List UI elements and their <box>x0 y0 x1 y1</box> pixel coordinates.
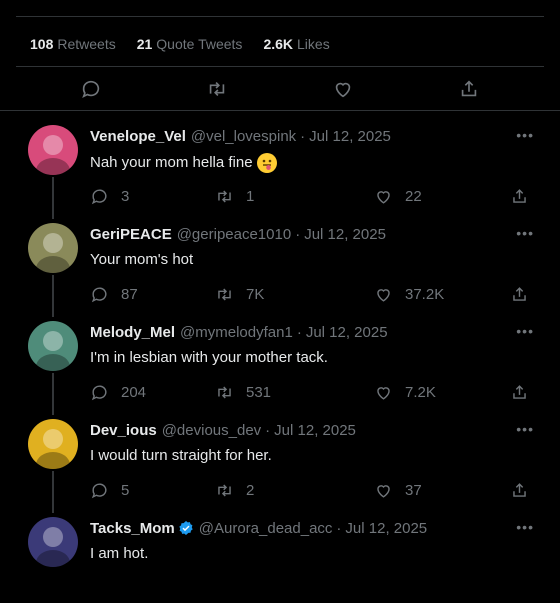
retweet-button[interactable]: 7K <box>215 284 264 304</box>
reply-actions: 204 531 7.2K <box>90 382 530 402</box>
separator-dot: · <box>300 127 306 145</box>
separator-dot: · <box>265 421 271 439</box>
reply-icon <box>90 285 121 304</box>
actions-divider <box>0 110 560 111</box>
display-name[interactable]: GeriPEACE <box>90 226 172 243</box>
user-handle[interactable]: @devious_dev <box>162 422 261 439</box>
like-icon <box>374 285 405 304</box>
timestamp[interactable]: Jul 12, 2025 <box>345 520 427 537</box>
share-icon <box>510 187 541 206</box>
timestamp[interactable]: Jul 12, 2025 <box>306 324 388 341</box>
reply-icon <box>90 187 121 206</box>
top-divider <box>16 16 544 17</box>
reply-item[interactable]: Melody_Mel @mymelodyfan1 · Jul 12, 2025 ••• I… <box>0 309 560 415</box>
share-icon[interactable] <box>458 78 480 100</box>
share-icon <box>510 383 541 402</box>
reply-actions: 3 1 22 <box>90 186 530 206</box>
more-options-icon[interactable]: ••• <box>516 127 534 143</box>
separator-dot: · <box>296 323 302 341</box>
like-icon <box>374 187 405 206</box>
like-icon <box>374 383 405 402</box>
share-button[interactable] <box>510 284 541 304</box>
reply-item[interactable]: GeriPEACE @geripeace1010 · Jul 12, 2025 ••• Y… <box>0 211 560 317</box>
avatar[interactable] <box>28 419 78 469</box>
tongue-out-emoji-icon <box>256 153 277 173</box>
display-name[interactable]: Melody_Mel <box>90 324 175 341</box>
more-options-icon[interactable]: ••• <box>516 519 534 535</box>
more-options-icon[interactable]: ••• <box>516 323 534 339</box>
retweets-stat[interactable]: 108 Retweets <box>30 36 116 52</box>
reply-item[interactable]: Venelope_Vel @vel_lovespink · Jul 12, 2025 •… <box>0 113 560 219</box>
timestamp[interactable]: Jul 12, 2025 <box>309 128 391 145</box>
like-button[interactable]: 22 <box>374 186 422 206</box>
display-name[interactable]: Tacks_Mom <box>90 520 175 537</box>
reply-header: Venelope_Vel @vel_lovespink · Jul 12, 2025 <box>90 126 391 146</box>
quote-tweets-stat[interactable]: 21 Quote Tweets <box>137 36 243 52</box>
reply-item[interactable]: Dev_ious @devious_dev · Jul 12, 2025 ••• I wo… <box>0 407 560 513</box>
reply-header: Dev_ious @devious_dev · Jul 12, 2025 <box>90 420 356 440</box>
retweet-button[interactable]: 531 <box>215 382 271 402</box>
reply-button[interactable]: 204 <box>90 382 146 402</box>
reply-text: I would turn straight for her. <box>90 447 272 464</box>
retweet-button[interactable]: 2 <box>215 480 254 500</box>
display-name[interactable]: Venelope_Vel <box>90 128 186 145</box>
retweet-icon <box>215 481 246 500</box>
reply-text: Nah your mom hella fine <box>90 153 277 173</box>
like-icon[interactable] <box>332 78 354 100</box>
avatar[interactable] <box>28 321 78 371</box>
retweet-icon[interactable] <box>206 78 228 100</box>
reply-button[interactable]: 87 <box>90 284 138 304</box>
share-button[interactable] <box>510 382 541 402</box>
more-options-icon[interactable]: ••• <box>516 421 534 437</box>
stats-divider <box>16 66 544 67</box>
avatar[interactable] <box>28 223 78 273</box>
reply-actions: 5 2 37 <box>90 480 530 500</box>
reply-header: Tacks_Mom @Aurora_dead_acc · Jul 12, 2025 <box>90 518 427 538</box>
reply-icon <box>90 481 121 500</box>
reply-text: I am hot. <box>90 545 149 562</box>
engagement-stats: 108 Retweets 21 Quote Tweets 2.6K Likes <box>30 33 351 55</box>
more-options-icon[interactable]: ••• <box>516 225 534 241</box>
reply-item[interactable]: Tacks_Mom @Aurora_dead_acc · Jul 12, 2025 ••… <box>0 505 560 603</box>
like-button[interactable]: 37.2K <box>374 284 444 304</box>
verified-badge-icon <box>178 520 194 536</box>
reply-header: GeriPEACE @geripeace1010 · Jul 12, 2025 <box>90 224 386 244</box>
avatar[interactable] <box>28 125 78 175</box>
like-button[interactable]: 37 <box>374 480 422 500</box>
like-button[interactable]: 7.2K <box>374 382 436 402</box>
user-handle[interactable]: @geripeace1010 <box>177 226 291 243</box>
retweet-icon <box>215 285 246 304</box>
reply-text: Your mom's hot <box>90 251 194 268</box>
reply-button[interactable]: 5 <box>90 480 129 500</box>
separator-dot: · <box>295 225 301 243</box>
timestamp[interactable]: Jul 12, 2025 <box>274 422 356 439</box>
reply-header: Melody_Mel @mymelodyfan1 · Jul 12, 2025 <box>90 322 388 342</box>
separator-dot: · <box>336 519 342 537</box>
user-handle[interactable]: @vel_lovespink <box>191 128 296 145</box>
retweet-button[interactable]: 1 <box>215 186 254 206</box>
reply-actions: 87 7K 37.2K <box>90 284 530 304</box>
like-icon <box>374 481 405 500</box>
user-handle[interactable]: @mymelodyfan1 <box>180 324 293 341</box>
reply-icon <box>90 383 121 402</box>
share-button[interactable] <box>510 480 541 500</box>
reply-button[interactable]: 3 <box>90 186 129 206</box>
display-name[interactable]: Dev_ious <box>90 422 157 439</box>
reply-icon[interactable] <box>80 78 102 100</box>
retweet-icon <box>215 383 246 402</box>
retweet-icon <box>215 187 246 206</box>
main-tweet-actions <box>0 70 560 108</box>
user-handle[interactable]: @Aurora_dead_acc <box>199 520 333 537</box>
timestamp[interactable]: Jul 12, 2025 <box>304 226 386 243</box>
reply-text: I'm in lesbian with your mother tack. <box>90 349 328 366</box>
likes-stat[interactable]: 2.6K Likes <box>263 36 329 52</box>
share-icon <box>510 285 541 304</box>
share-icon <box>510 481 541 500</box>
share-button[interactable] <box>510 186 541 206</box>
